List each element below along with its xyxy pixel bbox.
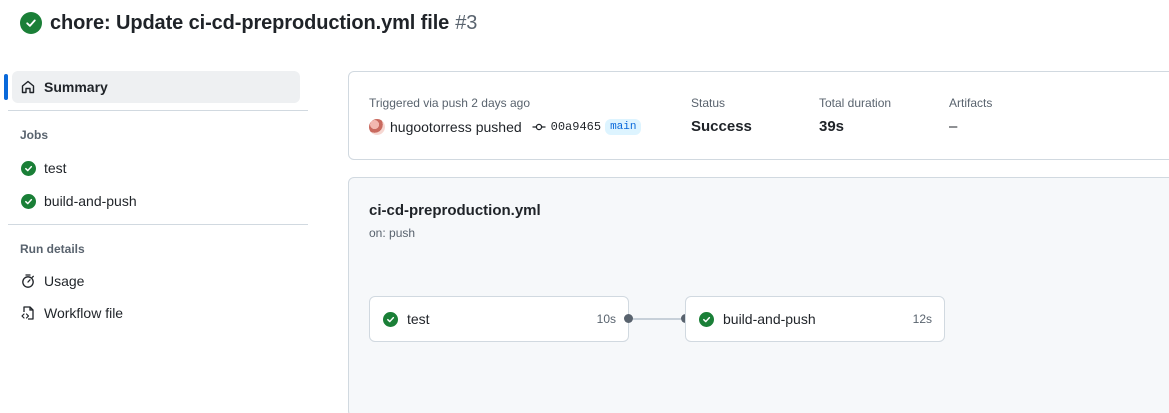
- artifacts-value: –: [949, 118, 958, 135]
- job-node-build-and-push[interactable]: build-and-push 12s: [685, 296, 945, 342]
- job-duration: 12s: [912, 312, 932, 326]
- sidebar-item-label: Workflow file: [44, 305, 124, 321]
- run-title-row: chore: Update ci-cd-preproduction.yml fi…: [20, 11, 477, 35]
- push-action: pushed: [475, 119, 522, 135]
- workflow-trigger: on: push: [369, 226, 416, 240]
- job-duration: 10s: [596, 312, 616, 326]
- run-summary-card: Triggered via push 2 days ago hugootorre…: [348, 71, 1169, 160]
- workflow-graph-card: ci-cd-preproduction.yml on: push test 10…: [348, 177, 1169, 413]
- job-connector-line: [633, 318, 681, 320]
- status-label: Status: [691, 96, 726, 110]
- jobs-heading: Jobs: [20, 128, 49, 142]
- duration-value: 39s: [819, 118, 845, 135]
- artifacts-label: Artifacts: [949, 96, 993, 110]
- duration-label: Total duration: [819, 96, 892, 110]
- sidebar-item-label: test: [44, 160, 67, 176]
- sidebar-divider: [8, 110, 308, 111]
- file-code-icon: [20, 305, 36, 321]
- sidebar-item-label: build-and-push: [44, 193, 137, 209]
- branch-badge[interactable]: main: [605, 119, 642, 135]
- commit-sha-link[interactable]: 00a9465: [551, 120, 601, 134]
- sidebar-item-summary[interactable]: Summary: [12, 71, 300, 103]
- active-indicator: [4, 74, 8, 100]
- home-icon: [20, 79, 36, 95]
- avatar[interactable]: [369, 119, 385, 135]
- job-name: build-and-push: [723, 311, 816, 327]
- sidebar-divider: [8, 224, 308, 225]
- trigger-text: Triggered via push 2 days ago: [369, 96, 530, 110]
- check-circle-icon: [20, 193, 36, 209]
- sidebar-item-job-build-and-push[interactable]: build-and-push: [12, 185, 300, 217]
- status-value: Success: [691, 118, 752, 135]
- run-details-heading: Run details: [20, 242, 85, 256]
- sidebar-item-label: Usage: [44, 273, 85, 289]
- trigger-details: hugootorress pushed 00a9465 main: [369, 119, 642, 135]
- sidebar-item-workflow-file[interactable]: Workflow file: [12, 297, 300, 329]
- user-link[interactable]: hugootorress: [390, 119, 472, 135]
- sidebar-item-label: Summary: [44, 79, 108, 95]
- job-node-test[interactable]: test 10s: [369, 296, 629, 342]
- sidebar-item-usage[interactable]: Usage: [12, 265, 300, 297]
- run-number: #3: [455, 11, 478, 34]
- success-check-icon: [20, 12, 42, 34]
- stopwatch-icon: [20, 273, 36, 289]
- sidebar-item-job-test[interactable]: test: [12, 152, 300, 184]
- check-circle-icon: [383, 311, 398, 327]
- git-commit-icon: [532, 122, 546, 132]
- workflow-file-name[interactable]: ci-cd-preproduction.yml: [369, 202, 541, 219]
- check-circle-icon: [699, 311, 714, 327]
- check-circle-icon: [20, 160, 36, 176]
- run-title: chore: Update ci-cd-preproduction.yml fi…: [50, 11, 450, 34]
- job-name: test: [407, 311, 430, 327]
- connector-node: [624, 314, 633, 323]
